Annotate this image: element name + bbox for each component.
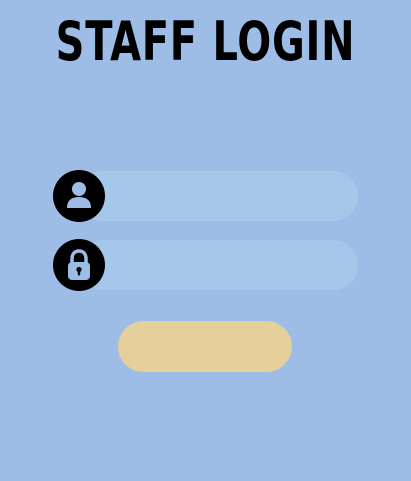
username-input[interactable] (112, 171, 342, 221)
lock-icon (53, 239, 105, 291)
password-field[interactable] (78, 240, 358, 290)
password-input[interactable] (112, 240, 342, 290)
login-button[interactable] (118, 321, 292, 372)
page-title: STAFF LOGIN (55, 10, 356, 73)
user-icon (53, 170, 105, 222)
username-field[interactable] (78, 171, 358, 221)
